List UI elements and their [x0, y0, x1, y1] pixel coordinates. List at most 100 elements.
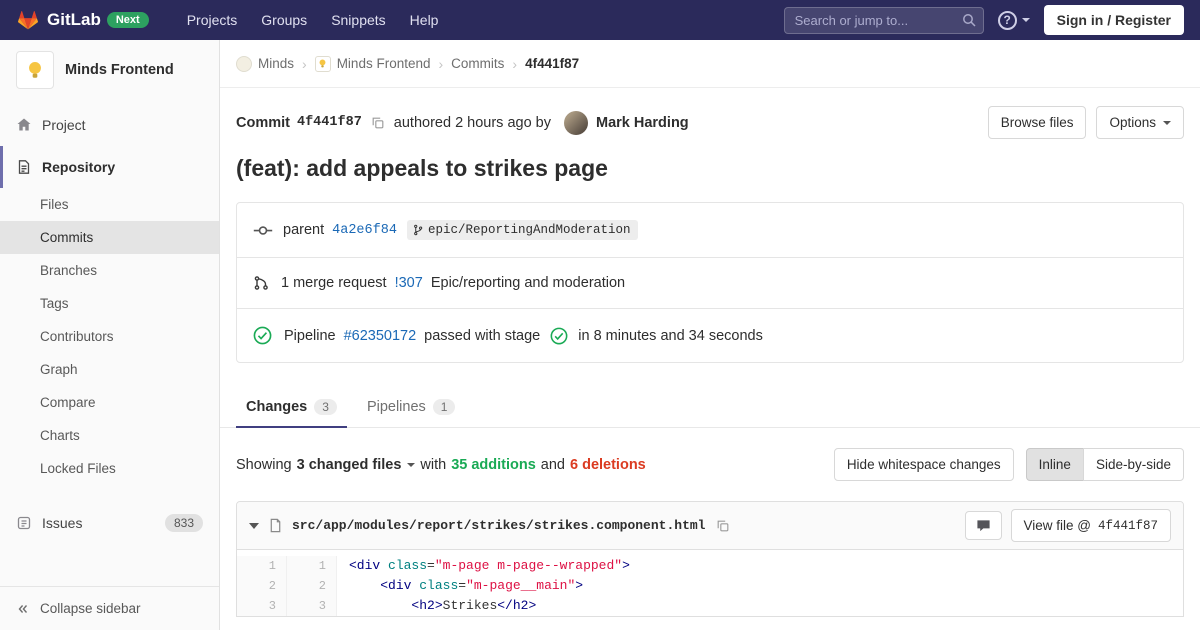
old-line-number[interactable]: 1	[237, 556, 287, 576]
copy-sha-button[interactable]	[369, 114, 387, 132]
commit-header-row: Commit 4f441f87 authored 2 hours ago by …	[220, 88, 1200, 139]
project-context[interactable]: Minds Frontend	[0, 40, 219, 104]
nav-item-groups[interactable]: Groups	[249, 4, 319, 36]
merge-request-icon	[253, 275, 269, 291]
code-token: <h2>	[411, 598, 442, 613]
changed-files-dropdown[interactable]: 3 changed files	[297, 457, 416, 473]
chevron-down-icon	[1163, 121, 1171, 125]
sidebar-item-branches[interactable]: Branches	[0, 254, 219, 287]
pipeline-status-text: passed with stage	[424, 328, 540, 344]
sidebar-item-repository[interactable]: Repository	[0, 146, 219, 188]
code-token	[349, 578, 380, 593]
with-label: with	[420, 457, 446, 473]
diff-file-path[interactable]: src/app/modules/report/strikes/strikes.c…	[292, 518, 705, 533]
code-token: >	[622, 558, 630, 573]
collapse-sidebar-button[interactable]: Collapse sidebar	[0, 586, 219, 630]
sidebar-item-files[interactable]: Files	[0, 188, 219, 221]
search-input[interactable]	[784, 7, 984, 34]
sidebar-item-graph[interactable]: Graph	[0, 353, 219, 386]
code-token: </h2>	[497, 598, 536, 613]
code-token: "m-page__main"	[466, 578, 575, 593]
sidebar-item-tags[interactable]: Tags	[0, 287, 219, 320]
code-token: class	[388, 558, 427, 573]
commit-info-box: parent 4a2e6f84 epic/ReportingAndModerat…	[236, 202, 1184, 363]
code-token: >	[575, 578, 583, 593]
sidebar-item-compare[interactable]: Compare	[0, 386, 219, 419]
copy-path-button[interactable]	[714, 517, 732, 535]
authored-text: authored 2 hours ago by	[394, 115, 551, 131]
mr-title: Epic/reporting and moderation	[431, 275, 625, 291]
new-line-number[interactable]: 1	[287, 556, 337, 576]
breadcrumb: Minds › Minds Frontend › Commits › 4f441…	[220, 40, 1200, 88]
search-icon[interactable]	[961, 12, 977, 31]
project-avatar	[16, 51, 54, 89]
parent-sha-link[interactable]: 4a2e6f84	[332, 223, 397, 238]
sidebar-item-contributors[interactable]: Contributors	[0, 320, 219, 353]
old-line-number[interactable]: 2	[237, 576, 287, 596]
options-dropdown-button[interactable]: Options	[1096, 106, 1184, 139]
question-icon: ?	[998, 11, 1017, 30]
sidebar-item-project[interactable]: Project	[0, 104, 219, 146]
code-token: =	[458, 578, 466, 593]
project-sidebar: Minds Frontend Project Repository Files …	[0, 40, 220, 630]
help-dropdown[interactable]: ?	[998, 11, 1030, 30]
side-by-side-view-button[interactable]: Side-by-side	[1083, 448, 1184, 481]
stage-status-icon[interactable]	[550, 327, 568, 345]
code-content: <h2>Strikes</h2>	[337, 596, 536, 616]
view-file-button[interactable]: View file @ 4f441f87	[1011, 509, 1172, 542]
browse-files-button[interactable]: Browse files	[988, 106, 1087, 139]
breadcrumb-commits[interactable]: Commits	[451, 56, 504, 71]
deletions-text: 6 deletions	[570, 457, 646, 473]
collapse-diff-icon[interactable]	[249, 523, 259, 529]
commit-sha: 4f441f87	[297, 115, 362, 130]
author-name[interactable]: Mark Harding	[596, 115, 689, 131]
hide-whitespace-button[interactable]: Hide whitespace changes	[834, 448, 1014, 481]
sidebar-item-label: Project	[42, 117, 86, 133]
sidebar-item-charts[interactable]: Charts	[0, 419, 219, 452]
pipeline-duration-text: in 8 minutes and 34 seconds	[578, 328, 763, 344]
nav-item-help[interactable]: Help	[398, 4, 451, 36]
inline-view-button[interactable]: Inline	[1026, 448, 1084, 481]
author-avatar[interactable]	[564, 111, 588, 135]
options-label: Options	[1109, 115, 1156, 130]
code-line: 1 1 <div class="m-page m-page--wrapped">	[237, 556, 1183, 576]
code-content: <div class="m-page m-page--wrapped">	[337, 556, 630, 576]
tab-pipelines[interactable]: Pipelines 1	[357, 387, 466, 428]
file-icon	[268, 518, 283, 533]
breadcrumb-minds-frontend[interactable]: Minds Frontend	[315, 56, 431, 72]
diff-file: src/app/modules/report/strikes/strikes.c…	[236, 501, 1184, 617]
tab-changes[interactable]: Changes 3	[236, 387, 347, 428]
collapse-sidebar-label: Collapse sidebar	[40, 601, 141, 616]
new-line-number[interactable]: 2	[287, 576, 337, 596]
nav-item-projects[interactable]: Projects	[175, 4, 250, 36]
sidebar-item-issues[interactable]: Issues 833	[0, 501, 219, 545]
and-label: and	[541, 457, 565, 473]
issues-icon	[16, 515, 32, 531]
chevron-down-icon	[1022, 18, 1030, 22]
sidebar-item-locked-files[interactable]: Locked Files	[0, 452, 219, 485]
code-line: 2 2 <div class="m-page__main">	[237, 576, 1183, 596]
code-token: class	[419, 578, 458, 593]
old-line-number[interactable]: 3	[237, 596, 287, 616]
sign-in-button[interactable]: Sign in / Register	[1044, 5, 1184, 35]
issues-count-badge: 833	[165, 514, 203, 532]
gitlab-logo[interactable]: GitLab	[16, 8, 101, 32]
home-icon	[16, 117, 32, 133]
new-line-number[interactable]: 3	[287, 596, 337, 616]
code-token: Strikes	[443, 598, 498, 613]
branch-ref[interactable]: epic/ReportingAndModeration	[407, 220, 639, 240]
toggle-comments-button[interactable]	[965, 511, 1002, 540]
breadcrumb-separator: ›	[512, 56, 517, 72]
mr-ref-link[interactable]: !307	[395, 275, 423, 291]
sidebar-item-commits[interactable]: Commits	[0, 221, 219, 254]
nav-item-snippets[interactable]: Snippets	[319, 4, 397, 36]
double-chevron-left-icon	[16, 602, 30, 616]
pipeline-id-link[interactable]: #62350172	[344, 328, 417, 344]
parent-label: parent	[283, 222, 324, 238]
tab-label: Pipelines	[367, 399, 426, 415]
pipelines-count-badge: 1	[433, 399, 456, 415]
diff-file-header: src/app/modules/report/strikes/strikes.c…	[237, 502, 1183, 550]
next-badge: Next	[107, 12, 149, 28]
breadcrumb-label: Minds Frontend	[337, 56, 431, 71]
breadcrumb-minds[interactable]: Minds	[236, 56, 294, 72]
